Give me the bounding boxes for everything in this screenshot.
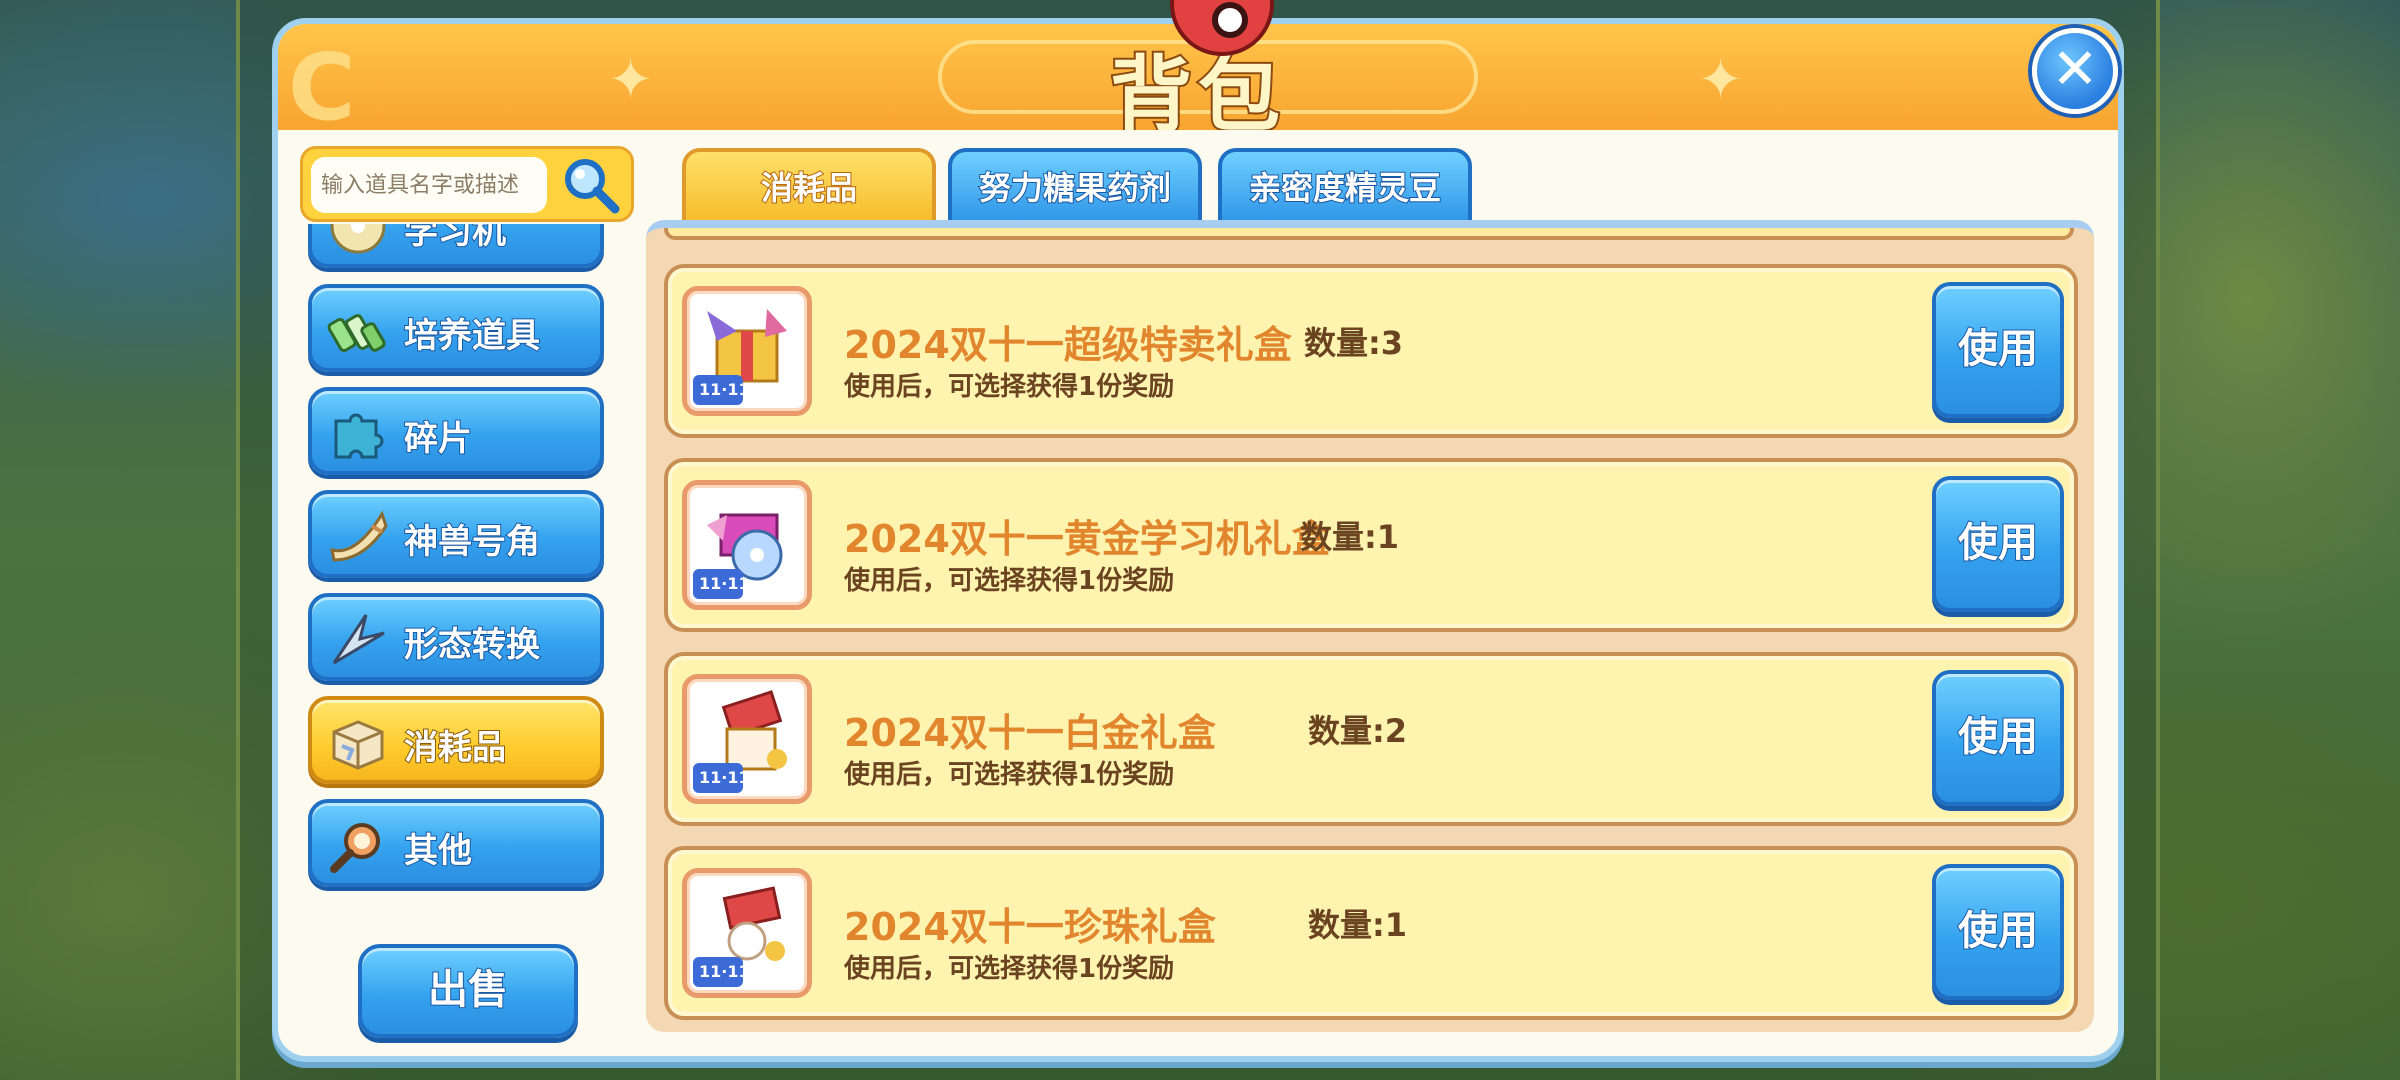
- sidebar-item-learning-machine[interactable]: 学习机: [308, 224, 604, 268]
- item-quantity: 数量:3: [1304, 324, 1404, 362]
- item-quantity: 数量:2: [1308, 712, 1408, 750]
- sidebar-item-label: 其他: [403, 830, 473, 872]
- tab-effort-candy-potion[interactable]: 努力糖果药剂: [948, 148, 1202, 226]
- list-item: 11·11 2024双十一珍珠礼盒 数量:1 使用后，可选择获得1份奖励 使用: [664, 846, 2078, 1020]
- previous-item-edge: [664, 228, 2074, 240]
- use-button[interactable]: 使用: [1932, 476, 2064, 612]
- search-icon[interactable]: [559, 153, 623, 217]
- search-bar: [300, 146, 634, 222]
- tab-consumables[interactable]: 消耗品: [682, 148, 936, 226]
- item-quantity: 数量:1: [1300, 518, 1400, 556]
- svg-text:11·11: 11·11: [699, 962, 750, 981]
- item-description: 使用后，可选择获得1份奖励: [844, 760, 1175, 790]
- list-item: 11·11 2024双十一白金礼盒 数量:2 使用后，可选择获得1份奖励 使用: [664, 652, 2078, 826]
- sidebar-item-label: 碎片: [403, 418, 473, 460]
- use-button-label: 使用: [1957, 713, 2039, 761]
- sidebar-item-legendary-horn[interactable]: 神兽号角: [308, 490, 604, 578]
- gift-box-icon: 11·11: [682, 480, 812, 610]
- use-button-label: 使用: [1957, 325, 2039, 373]
- disc-icon: [330, 224, 386, 254]
- item-name: 2024双十一珍珠礼盒: [844, 905, 1216, 949]
- sidebar-item-label: 培养道具: [403, 315, 541, 357]
- gift-box-icon: 11·11: [682, 674, 812, 804]
- item-description: 使用后，可选择获得1份奖励: [844, 954, 1175, 984]
- sidebar-item-consumables[interactable]: 消耗品: [308, 696, 604, 784]
- tab-label: 努力糖果药剂: [978, 168, 1172, 208]
- bag-window: C ✦ ✦ 背包 ✕ 学习机 培养道具: [272, 0, 2124, 1062]
- list-item: 11·11 2024双十一超级特卖礼盒 数量:3 使用后，可选择获得1份奖励 使…: [664, 264, 2078, 438]
- item-quantity: 数量:1: [1308, 906, 1408, 944]
- svg-text:11·11: 11·11: [699, 574, 750, 593]
- sidebar-item-fragments[interactable]: 碎片: [308, 387, 604, 475]
- item-list[interactable]: 11·11 2024双十一超级特卖礼盒 数量:3 使用后，可选择获得1份奖励 使…: [646, 220, 2094, 1032]
- use-button-label: 使用: [1957, 907, 2039, 955]
- category-sidebar: 学习机 培养道具 碎片 神兽号角 形态转换 消耗品 其他: [308, 224, 608, 924]
- use-button-label: 使用: [1957, 519, 2039, 567]
- item-name: 2024双十一白金礼盒: [844, 711, 1216, 755]
- svg-text:11·11: 11·11: [699, 768, 750, 787]
- item-description: 使用后，可选择获得1份奖励: [844, 372, 1175, 402]
- use-button[interactable]: 使用: [1932, 282, 2064, 418]
- gift-box-icon: 11·11: [682, 286, 812, 416]
- sidebar-item-label: 学习机: [403, 224, 507, 253]
- sell-button-label: 出售: [427, 966, 509, 1014]
- magnifier-icon: [330, 823, 380, 873]
- item-name: 2024双十一超级特卖礼盒: [844, 323, 1292, 367]
- tab-label: 亲密度精灵豆: [1248, 168, 1442, 208]
- use-button[interactable]: 使用: [1932, 670, 2064, 806]
- tab-affinity-beans[interactable]: 亲密度精灵豆: [1218, 148, 1472, 226]
- bottles-icon: [327, 314, 386, 353]
- sidebar-item-label: 形态转换: [403, 624, 541, 666]
- gift-box-icon: 11·11: [682, 868, 812, 998]
- search-input[interactable]: [311, 157, 547, 213]
- sidebar-item-other[interactable]: 其他: [308, 799, 604, 887]
- horn-icon: [330, 510, 388, 562]
- sidebar-item-training-items[interactable]: 培养道具: [308, 284, 604, 372]
- sell-button[interactable]: 出售: [358, 944, 578, 1038]
- sidebar-item-form-change[interactable]: 形态转换: [308, 593, 604, 681]
- use-button[interactable]: 使用: [1932, 864, 2064, 1000]
- sidebar-item-label: 神兽号角: [403, 521, 541, 563]
- puzzle-icon: [334, 413, 384, 459]
- sidebar-item-label: 消耗品: [403, 727, 507, 769]
- item-description: 使用后，可选择获得1份奖励: [844, 566, 1175, 596]
- list-item: 11·11 2024双十一黄金学习机礼盒 数量:1 使用后，可选择获得1份奖励 …: [664, 458, 2078, 632]
- crystal-icon: [332, 614, 385, 665]
- item-name: 2024双十一黄金学习机礼盒: [844, 517, 1330, 561]
- svg-text:11·11: 11·11: [699, 380, 750, 399]
- close-button[interactable]: ✕: [2032, 28, 2118, 114]
- gift-box-icon: [332, 720, 384, 770]
- tab-label: 消耗品: [760, 168, 858, 208]
